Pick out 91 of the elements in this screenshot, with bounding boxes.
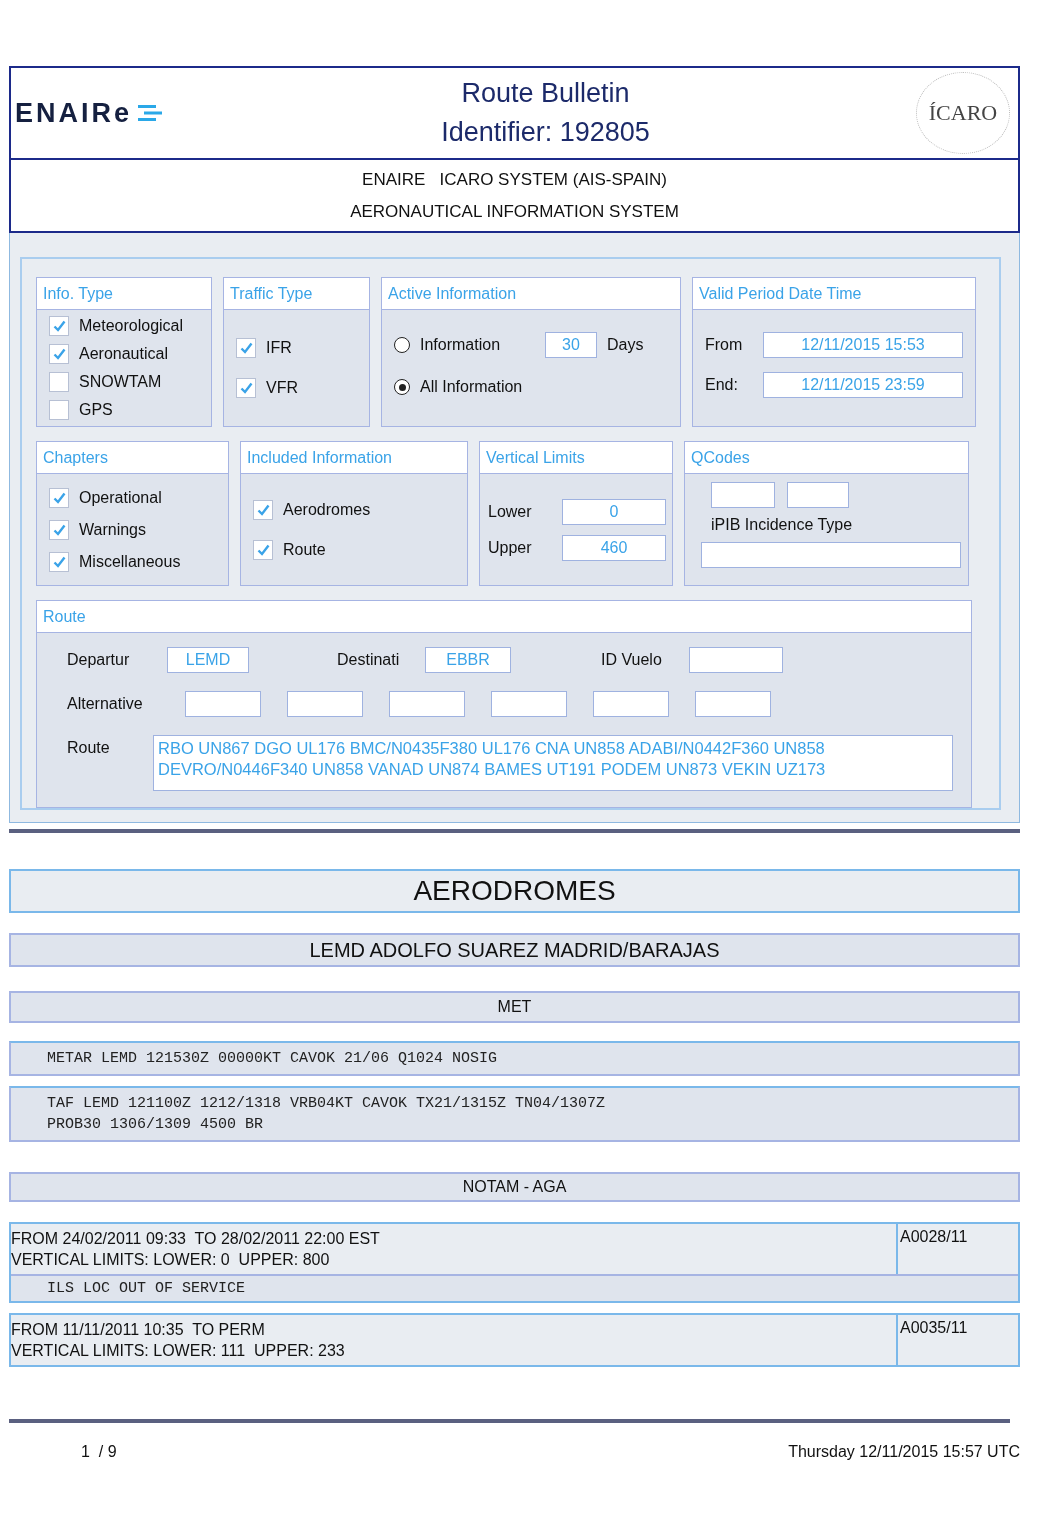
notam-period: FROM 24/02/2011 09:33 TO 28/02/2011 22:00 EST VERTICAL LIMITS: LOWER: 0 UPPER: 800 [11, 1229, 381, 1270]
group-title: Vertical Limits [480, 442, 672, 474]
checkbox[interactable] [49, 344, 69, 364]
report-identifier: Identifier: 192805 [441, 117, 650, 148]
limit-field[interactable]: 0 [562, 498, 666, 525]
group-title: Included Information [241, 442, 467, 474]
date-field[interactable]: 12/11/2015 15:53 [763, 332, 963, 358]
checkbox-label: Route [283, 540, 326, 559]
alternative-field[interactable] [491, 691, 567, 717]
checkbox-label: IFR [266, 339, 292, 357]
checkbox[interactable] [49, 519, 69, 540]
stripes-icon [138, 104, 163, 122]
checkbox[interactable] [49, 551, 69, 572]
checkbox-label: SNOWTAM [79, 373, 162, 391]
days-field[interactable]: 30 [545, 332, 597, 358]
alternative-field[interactable] [389, 691, 465, 717]
field-label: End: [705, 376, 738, 394]
page-number: 1 / 9 [81, 1443, 117, 1461]
alternative-field[interactable] [593, 691, 669, 717]
notam-heading: NOTAM - AGA [9, 1172, 1020, 1202]
check-icon [256, 503, 270, 516]
checkbox[interactable] [49, 400, 69, 420]
print-date: Thursday 12/11/2015 15:57 UTC [788, 1443, 1020, 1461]
met-report: TAF LEMD 121100Z 1212/1318 VRB04KT CAVOK TX21/1315Z TN04/1307Z PROB30 1306/1309 4500 BR [9, 1086, 1020, 1142]
checkbox[interactable] [253, 499, 273, 520]
check-icon [52, 523, 66, 536]
checkbox-label: Operational [79, 488, 162, 507]
group-title: QCodes [685, 442, 968, 474]
checkbox[interactable] [49, 372, 69, 392]
qcode-field[interactable] [711, 482, 775, 508]
checkbox[interactable] [49, 316, 69, 336]
check-icon [256, 543, 270, 556]
checkbox-label: Aerodromes [283, 500, 371, 519]
checkbox[interactable] [236, 378, 256, 398]
group-title: Valid Period Date Time [693, 278, 975, 310]
departure-field[interactable]: LEMD [167, 647, 249, 673]
group-title: Info. Type [37, 278, 211, 310]
logo: ENAIRe [15, 97, 133, 129]
unit-label: Days [607, 336, 644, 354]
field-label: Route [67, 739, 111, 757]
alternative-field[interactable] [287, 691, 363, 717]
field-label: ID Vuelo [601, 651, 663, 669]
incidence-field[interactable] [701, 542, 961, 568]
checkbox-label: Aeronautical [79, 345, 168, 363]
section-heading: AERODROMES [9, 869, 1020, 913]
radio-label: All Information [420, 378, 523, 396]
check-icon [52, 555, 66, 568]
checkbox-label: GPS [79, 401, 113, 419]
alternative-field[interactable] [185, 691, 261, 717]
checkbox-label: VFR [266, 379, 298, 397]
group-title: Route [37, 601, 971, 633]
qcode-field[interactable] [787, 482, 849, 508]
checkbox[interactable] [236, 338, 256, 358]
check-icon [52, 348, 66, 360]
group-title: Active Information [382, 278, 680, 310]
field-label: Alternative [67, 695, 144, 713]
check-icon [239, 342, 253, 354]
aerodrome-heading: LEMD ADOLFO SUAREZ MADRID/BARAJAS [9, 933, 1020, 967]
limit-field[interactable]: 460 [562, 534, 666, 561]
date-field[interactable]: 12/11/2015 23:59 [763, 372, 963, 398]
notam-id: A0035/11 [896, 1315, 1018, 1365]
notam-period: FROM 11/11/2011 10:35 TO PERM VERTICAL LIMITS: LOWER: 111 UPPER: 233 [11, 1320, 346, 1361]
field-label: Destinati [337, 651, 401, 669]
checkbox[interactable] [253, 539, 273, 560]
field-label: iPIB Incidence Type [711, 516, 854, 534]
met-report: METAR LEMD 121530Z 00000KT CAVOK 21/06 Q1024 NOSIG [9, 1041, 1020, 1076]
field-label: Upper [488, 538, 532, 557]
alternative-field[interactable] [695, 691, 771, 717]
radio-label: Information [420, 336, 502, 354]
met-heading: MET [9, 991, 1020, 1023]
check-icon [52, 491, 66, 504]
radio-button[interactable] [394, 337, 410, 353]
checkbox-label: Meteorological [79, 317, 184, 335]
field-label: Lower [488, 502, 532, 521]
route-field[interactable]: RBO UN867 DGO UL176 BMC/N0435F380 UL176 CNA UN858 ADABI/N0442F360 UN858 DEVRO/N0446F340 UN858 VANAD UN874 BAMES UT191 PODEM UN873 VEKIN UZ173 [153, 735, 953, 791]
field-label: Departur [67, 651, 131, 669]
subtitle-line: AERONAUTICAL INFORMATION SYSTEM [350, 201, 679, 222]
checkbox[interactable] [49, 487, 69, 508]
destination-field[interactable]: EBBR [425, 647, 511, 673]
notam-text: ILS LOC OUT OF SERVICE [11, 1274, 1018, 1301]
checkbox-label: Warnings [79, 520, 146, 539]
check-icon [239, 382, 253, 394]
field-label: From [705, 336, 743, 354]
checkbox-label: Miscellaneous [79, 552, 181, 571]
report-title: Route Bulletin [461, 78, 630, 109]
group-title: Traffic Type [224, 278, 369, 310]
radio-button[interactable] [394, 379, 410, 395]
subtitle-line: ENAIRE ICARO SYSTEM (AIS-SPAIN) [362, 169, 667, 190]
check-icon [52, 320, 66, 332]
group-title: Chapters [37, 442, 228, 474]
flight-id-field[interactable] [689, 647, 783, 673]
